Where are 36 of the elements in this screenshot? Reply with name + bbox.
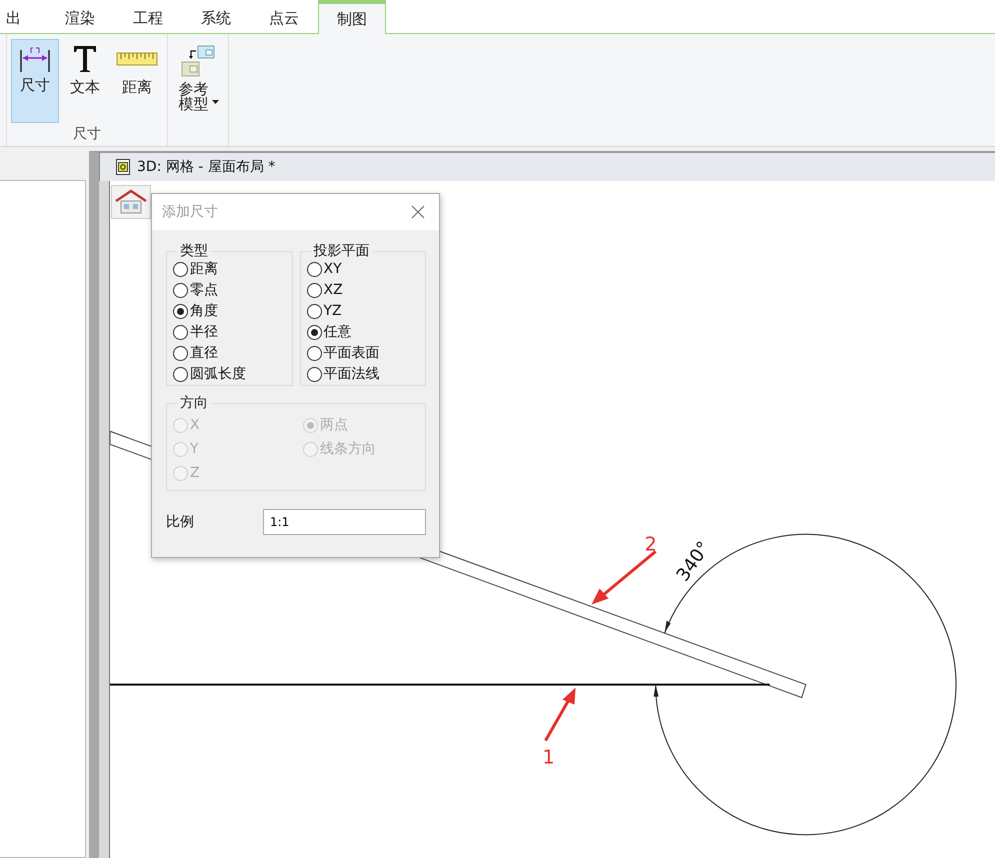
window-icon	[116, 159, 130, 175]
radio-button[interactable]: 距离	[173, 260, 286, 278]
radio-button[interactable]: 半径	[173, 323, 286, 341]
letter-t-icon	[72, 44, 98, 74]
close-button[interactable]	[409, 203, 427, 221]
group-label: 尺寸	[73, 125, 101, 144]
ribbon-tab[interactable]: 制图	[318, 0, 386, 34]
ribbon-button[interactable]: 参考模型	[172, 39, 224, 123]
ribbon-button[interactable]: 文本	[61, 39, 109, 123]
radio-button[interactable]: 任意	[306, 323, 419, 341]
radio-button[interactable]: 直径	[173, 344, 286, 362]
reference-model-icon	[180, 44, 216, 78]
house-icon	[115, 189, 147, 215]
ribbon-button[interactable]: 距离	[111, 39, 163, 123]
radio-button[interactable]: XY	[306, 260, 419, 278]
field-label: 比例	[166, 513, 195, 531]
dialog-title: 添加尺寸	[162, 203, 218, 221]
close-icon	[411, 205, 425, 219]
radio-button[interactable]: XZ	[306, 281, 419, 299]
group-title: 方向	[179, 394, 209, 412]
group-title: 类型	[179, 242, 209, 260]
radio-button[interactable]: YZ	[306, 302, 419, 320]
window-title: 3D: 网格 - 屋面布局 *	[137, 158, 276, 176]
callout-number: 1	[542, 746, 555, 769]
group-title: 投影平面	[312, 242, 370, 260]
radio-button[interactable]: 圆弧长度	[173, 365, 286, 383]
ribbon-button[interactable]: 尺寸	[11, 39, 59, 123]
radio-button[interactable]: 平面表面	[306, 344, 419, 362]
callout-number: 2	[644, 533, 657, 556]
callout-arrow	[592, 550, 657, 604]
radio-button[interactable]: 零点	[173, 281, 286, 299]
radio-button[interactable]: 平面法线	[306, 365, 419, 383]
home-button[interactable]	[111, 185, 151, 219]
input-field[interactable]: 1:1	[263, 509, 426, 535]
callout-arrow	[544, 688, 576, 742]
radio-button[interactable]: 角度	[173, 302, 286, 320]
